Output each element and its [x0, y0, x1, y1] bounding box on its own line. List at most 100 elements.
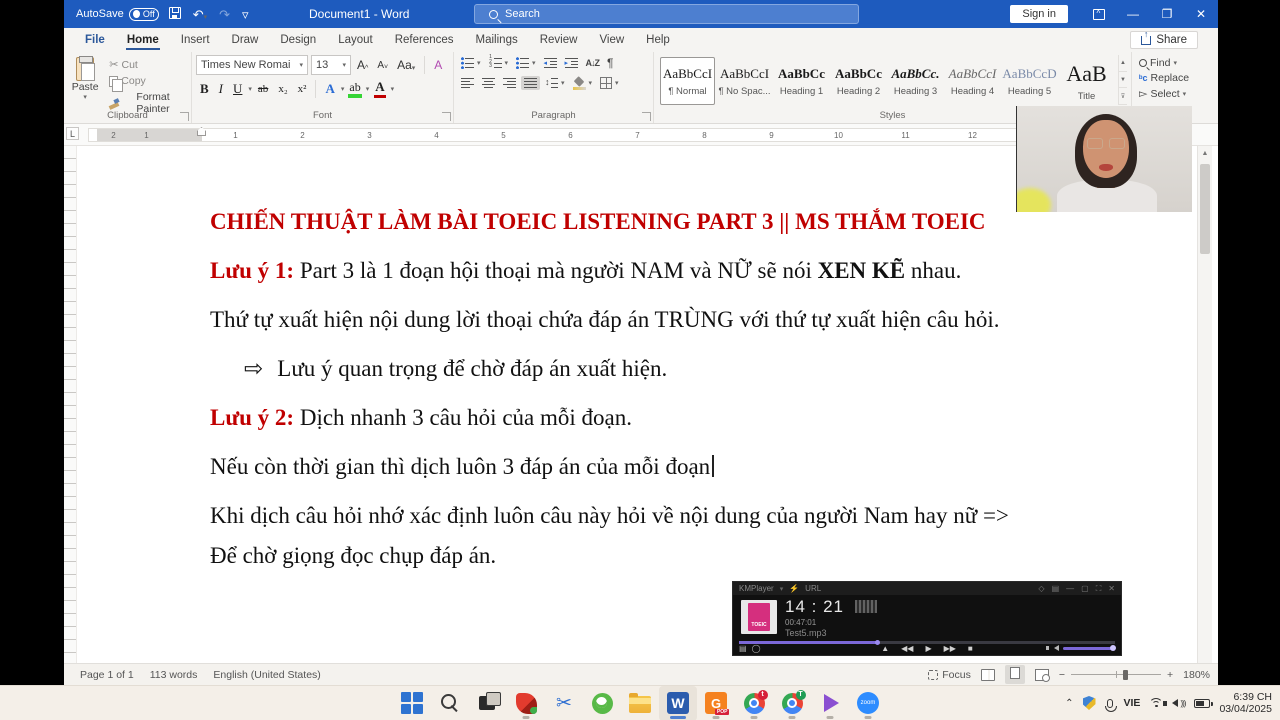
align-right-button[interactable] [500, 76, 519, 90]
styles-scroll-up-icon[interactable]: ▲ [1119, 55, 1127, 72]
previous-button[interactable]: ◀◀ [901, 644, 913, 653]
tab-draw[interactable]: Draw [221, 30, 270, 50]
style-heading2[interactable]: AaBbCc Heading 2 [831, 57, 886, 105]
tab-layout[interactable]: Layout [327, 30, 384, 50]
document-content[interactable]: CHIẾN THUẬT LÀM BÀI TOEIC LISTENING PART… [210, 202, 1140, 585]
kmplayer-taskbar-button[interactable] [811, 686, 849, 720]
grow-font-button[interactable]: A^ [354, 58, 371, 72]
align-left-button[interactable] [458, 76, 477, 90]
copy-button[interactable]: Copy [106, 74, 187, 88]
page-indicator[interactable]: Page 1 of 1 [72, 669, 142, 681]
borders-button[interactable]: ▾ [597, 76, 622, 90]
replace-button[interactable]: ᵇcReplace [1136, 71, 1214, 85]
eject-button[interactable]: ▲ [881, 644, 889, 653]
tab-mailings[interactable]: Mailings [465, 30, 529, 50]
zoom-level[interactable]: 180% [1183, 669, 1210, 681]
close-button[interactable]: ✕ [1184, 0, 1218, 28]
font-color-button[interactable]: A [371, 79, 388, 98]
numbering-button[interactable]: ▾ [486, 56, 512, 70]
player-options-icon[interactable]: ◯ [752, 644, 761, 653]
align-center-button[interactable] [479, 76, 498, 90]
zoom-slider[interactable]: − + [1059, 669, 1173, 681]
paste-button[interactable]: Paste ▾ [68, 55, 102, 116]
font-size-select[interactable]: 13▾ [311, 55, 351, 75]
chrome-profile1-button[interactable]: t [735, 686, 773, 720]
save-button[interactable] [167, 7, 183, 21]
volume-slider[interactable] [1063, 647, 1115, 650]
style-heading1[interactable]: AaBbCc Heading 1 [774, 57, 829, 105]
change-case-button[interactable]: Aa▾ [394, 58, 418, 72]
style-normal[interactable]: AaBbCcI ¶ Normal [660, 57, 715, 105]
microphone-icon[interactable] [1107, 699, 1113, 708]
player-fullscreen-icon[interactable]: ⛶ [1096, 584, 1102, 594]
tab-review[interactable]: Review [529, 30, 589, 50]
tab-insert[interactable]: Insert [170, 30, 221, 50]
scroll-up-icon[interactable]: ▲ [1198, 146, 1212, 161]
vertical-scrollbar[interactable]: ▲ [1197, 146, 1212, 663]
tab-view[interactable]: View [588, 30, 635, 50]
style-no-spacing[interactable]: AaBbCcI ¶ No Spac... [717, 57, 772, 105]
player-url-button[interactable]: URL [805, 584, 821, 593]
read-mode-button[interactable] [981, 669, 995, 681]
clear-formatting-button[interactable]: A [431, 58, 445, 72]
select-button[interactable]: ▻Select▾ [1136, 86, 1214, 101]
stop-button[interactable]: ■ [968, 644, 973, 653]
security-shield-icon[interactable] [1083, 696, 1096, 710]
underline-button[interactable]: U [229, 81, 246, 97]
language-indicator[interactable]: English (United States) [205, 669, 328, 681]
volume-icon[interactable] [1054, 645, 1059, 651]
decrease-indent-button[interactable] [541, 56, 560, 70]
tray-expand-icon[interactable]: ⌃ [1065, 698, 1073, 709]
tab-home[interactable]: Home [116, 30, 170, 50]
zoom-slider-track[interactable] [1071, 674, 1161, 675]
restore-button[interactable]: ❐ [1150, 0, 1184, 28]
start-button[interactable] [393, 686, 431, 720]
paragraph-dialog-launcher[interactable] [642, 112, 651, 121]
tab-help[interactable]: Help [635, 30, 681, 50]
chevron-down-icon[interactable]: ▾ [366, 85, 370, 93]
style-heading5[interactable]: AaBbCcD Heading 5 [1002, 57, 1057, 105]
tab-references[interactable]: References [384, 30, 465, 50]
next-button[interactable]: ▶▶ [944, 644, 956, 653]
customize-qat-button[interactable]: ▿ [240, 8, 251, 21]
wifi-icon[interactable] [1149, 698, 1163, 709]
focus-mode-button[interactable]: Focus [928, 669, 971, 681]
scrollbar-thumb[interactable] [1200, 164, 1210, 254]
style-heading3[interactable]: AaBbCc. Heading 3 [888, 57, 943, 105]
styles-gallery-expand-icon[interactable]: ⊽ [1119, 88, 1127, 105]
minimize-button[interactable]: — [1116, 0, 1150, 28]
line-spacing-button[interactable]: ▾ [542, 76, 568, 90]
chevron-down-icon[interactable]: ▾ [248, 85, 252, 93]
taskbar-search-button[interactable] [431, 686, 469, 720]
undo-button[interactable]: ↶▾ [191, 8, 209, 21]
bold-button[interactable]: B [196, 81, 213, 97]
playlist-icon[interactable]: ▤ [739, 644, 747, 653]
font-family-select[interactable]: Times New Romai▾ [196, 55, 308, 75]
style-title[interactable]: AaB Title [1059, 57, 1114, 105]
player-maximize-icon[interactable]: ▢ [1081, 584, 1089, 594]
g-pop-app-button[interactable]: G [697, 686, 735, 720]
volume-tray-icon[interactable]: ))) [1172, 699, 1185, 708]
tab-file[interactable]: File [74, 30, 116, 50]
clipboard-dialog-launcher[interactable] [180, 112, 189, 121]
word-count[interactable]: 113 words [142, 669, 206, 681]
language-indicator[interactable]: VIE [1124, 697, 1141, 709]
chevron-down-icon[interactable]: ▾ [341, 85, 345, 93]
chevron-down-icon[interactable]: ▾ [391, 85, 395, 93]
player-app-name[interactable]: KMPlayer [739, 584, 774, 593]
zoom-slider-thumb[interactable] [1123, 670, 1128, 680]
show-hide-marks-button[interactable]: ¶ [604, 55, 616, 71]
styles-gallery-scroll[interactable]: ▲ ▼ ⊽ [1118, 55, 1127, 105]
file-explorer-button[interactable] [621, 686, 659, 720]
ribbon-display-options-button[interactable] [1082, 0, 1116, 28]
tab-design[interactable]: Design [269, 30, 327, 50]
player-settings-icon[interactable]: ▤ [1052, 584, 1060, 594]
tab-stop-selector[interactable]: L [66, 127, 79, 140]
clock[interactable]: 6:39 CH 03/04/2025 [1219, 691, 1272, 715]
player-pin-icon[interactable]: ◇ [1038, 584, 1044, 594]
justify-button[interactable] [521, 76, 540, 90]
styles-scroll-down-icon[interactable]: ▼ [1119, 72, 1127, 89]
zoom-in-icon[interactable]: + [1167, 669, 1173, 681]
sort-button[interactable]: A↓Z [583, 57, 603, 69]
find-button[interactable]: Find▾ [1136, 56, 1214, 70]
